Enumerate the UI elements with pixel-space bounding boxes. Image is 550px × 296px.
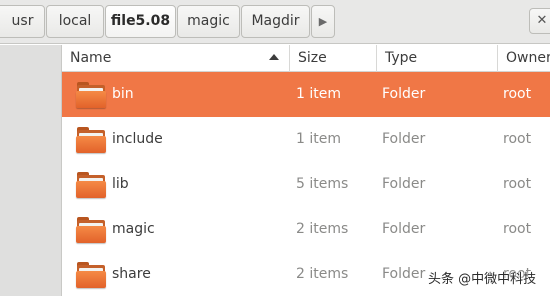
file-type: Folder [382, 131, 426, 147]
file-name: magic [112, 221, 155, 237]
file-row-magic[interactable]: magic 2 items Folder root [62, 207, 550, 252]
breadcrumb-magic[interactable]: magic [177, 5, 240, 38]
file-type: Folder [382, 176, 426, 192]
folder-icon [76, 169, 106, 199]
file-name: share [112, 266, 151, 282]
file-owner: root [503, 131, 532, 147]
close-icon: ✕ [536, 13, 548, 28]
file-name: include [112, 131, 163, 147]
sort-ascending-icon [269, 54, 279, 60]
file-type: Folder [382, 221, 426, 237]
file-owner: root [503, 86, 532, 102]
file-size: 5 items [296, 176, 349, 192]
file-list: bin 1 item Folder root include 1 item Fo… [62, 72, 550, 296]
watermark-text: 头条 @中微中科技 [428, 272, 537, 287]
file-type: Folder [382, 86, 426, 102]
breadcrumb-scroll-right-button[interactable]: ▶ [311, 5, 335, 38]
file-owner: root [503, 221, 532, 237]
breadcrumb-local[interactable]: local [46, 5, 104, 38]
column-header-name[interactable]: Name [62, 45, 289, 72]
chevron-right-icon: ▶ [318, 15, 328, 28]
folder-icon [76, 214, 106, 244]
file-name: lib [112, 176, 129, 192]
folder-icon [76, 124, 106, 154]
folder-icon [76, 79, 106, 109]
column-header-type[interactable]: Type [376, 45, 497, 72]
file-type: Folder [382, 266, 426, 282]
file-row-include[interactable]: include 1 item Folder root [62, 117, 550, 162]
column-header-name-label: Name [70, 50, 112, 66]
file-owner: root [503, 176, 532, 192]
places-sidebar [0, 45, 62, 296]
column-header-size-label: Size [298, 50, 327, 66]
column-header-size[interactable]: Size [289, 45, 376, 72]
breadcrumb-file5-08[interactable]: file5.08 [105, 5, 176, 38]
column-header-owner[interactable]: Owner [497, 45, 550, 72]
file-size: 1 item [296, 131, 341, 147]
file-row-lib[interactable]: lib 5 items Folder root [62, 162, 550, 207]
window-control-button[interactable]: ✕ [529, 8, 550, 34]
column-header-type-label: Type [385, 50, 418, 66]
file-size: 2 items [296, 221, 349, 237]
file-size: 1 item [296, 86, 341, 102]
breadcrumb-magdir[interactable]: Magdir [241, 5, 310, 38]
file-row-bin[interactable]: bin 1 item Folder root [62, 72, 550, 117]
path-bar: usr local file5.08 magic Magdir ▶ ✕ [0, 0, 550, 44]
breadcrumb-usr[interactable]: usr [0, 5, 45, 38]
file-size: 2 items [296, 266, 349, 282]
column-header-owner-label: Owner [506, 50, 550, 66]
folder-icon [76, 259, 106, 289]
file-name: bin [112, 86, 134, 102]
column-headers: Name Size Type Owner [62, 45, 550, 72]
